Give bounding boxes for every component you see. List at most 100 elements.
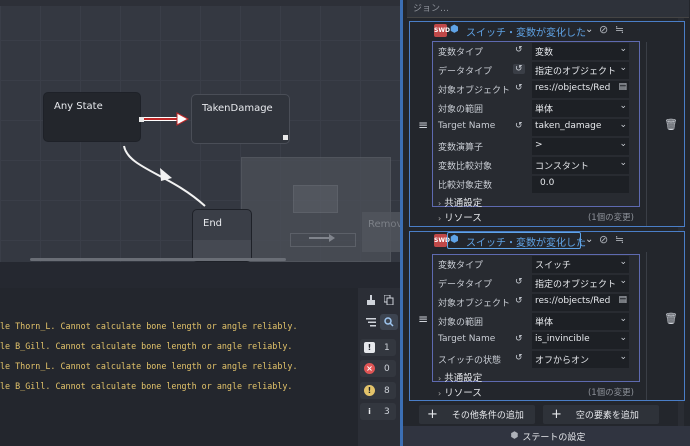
revert-icon[interactable]: ↺ xyxy=(515,353,523,363)
tab-label: ステートの設定 xyxy=(522,432,586,443)
info-count-toggle[interactable]: ⅰ 3 xyxy=(360,403,396,420)
chevron-right-icon: › xyxy=(438,214,442,223)
error-count-toggle[interactable]: × 0 xyxy=(360,360,396,377)
chevron-down-icon[interactable]: ⌄ xyxy=(585,234,593,245)
switch-state-select[interactable]: オフからオン ⌄ xyxy=(532,351,629,368)
prop-label: 対象の範囲 xyxy=(438,318,484,328)
select-value: is_invincible xyxy=(535,334,590,344)
prop-label: データタイプ xyxy=(438,280,493,290)
select-value: 指定のオブジェクト xyxy=(535,280,617,290)
graph-bottom-bar xyxy=(0,262,400,288)
revert-icon[interactable]: ↺ xyxy=(515,83,523,93)
prop-label: データタイプ xyxy=(438,67,493,77)
target-object-path[interactable]: res://objects/Red ▤ xyxy=(532,81,629,98)
animation-state-graph[interactable]: Any State TakenDamage End Remove xyxy=(0,0,400,262)
resources-change-note: (1個の変更) xyxy=(587,388,634,398)
variable-type-select[interactable]: 変数 ⌄ xyxy=(532,43,629,60)
revert-icon[interactable]: ↺ xyxy=(513,64,525,74)
target-name-select[interactable]: is_invincible ⌄ xyxy=(532,332,629,349)
section-label: 共通設定 xyxy=(444,198,483,209)
variable-type-select[interactable]: スイッチ ⌄ xyxy=(532,256,629,273)
button-label: 空の要素を追加 xyxy=(575,411,639,421)
select-value: 単体 xyxy=(535,318,554,328)
chevron-down-icon: ⌄ xyxy=(619,257,627,267)
chevron-down-icon: ⌄ xyxy=(619,314,627,324)
revert-icon[interactable]: ↺ xyxy=(515,45,523,55)
select-value: > xyxy=(535,140,543,150)
common-settings-section[interactable]: › 共通設定 xyxy=(438,370,482,384)
state-node-remove[interactable]: Remove xyxy=(362,212,400,252)
variable-operator-select[interactable]: > ⌄ xyxy=(532,138,629,155)
select-value: 変数 xyxy=(535,48,554,58)
condition-properties: 変数タイプ スイッチ ⌄ データタイプ ↺ 指定のオブジェクト ⌄ 対象オブジェクト… xyxy=(432,254,640,384)
graph-horizontal-scrollbar[interactable] xyxy=(30,258,286,261)
add-empty-element-button[interactable]: + 空の要素を追加 xyxy=(543,405,659,424)
target-name-select[interactable]: taken_damage ⌄ xyxy=(532,119,629,136)
chevron-down-icon: ⌄ xyxy=(619,120,627,130)
section-label: 共通設定 xyxy=(444,373,483,384)
select-value: taken_damage xyxy=(535,121,602,131)
resources-section[interactable]: › リソース xyxy=(438,210,482,224)
prop-label: 変数比較対象 xyxy=(438,162,493,172)
inspector-top-dropdown[interactable]: ジョン… xyxy=(407,0,689,18)
prop-label: 比較対象定数 xyxy=(438,181,493,191)
compare-constant-input[interactable]: 0.0 xyxy=(532,176,629,193)
revert-icon[interactable]: ↺ xyxy=(515,277,523,287)
drag-handle-icon[interactable]: ≡ xyxy=(418,118,428,132)
condition-header: SWD ⬢ スイッチ・変数が変化した ⌄ ⊘ ≒ xyxy=(410,22,684,39)
state-node-title: TakenDamage xyxy=(202,103,273,114)
file-icon[interactable]: ▤ xyxy=(618,295,627,305)
compare-target-select[interactable]: コンスタント ⌄ xyxy=(532,157,629,174)
prop-label: 変数演算子 xyxy=(438,143,484,153)
revert-icon[interactable]: ↺ xyxy=(515,121,523,131)
target-range-select[interactable]: 単体 ⌄ xyxy=(532,313,629,330)
data-type-select[interactable]: 指定のオブジェクト ⌄ xyxy=(532,62,629,79)
add-condition-button[interactable]: + その他条件の追加 xyxy=(419,405,535,424)
prop-row-target-range: 対象の範囲 単体 ⌄ xyxy=(433,99,639,118)
revert-icon[interactable]: ↺ xyxy=(515,296,523,306)
prop-label: Target Name xyxy=(438,121,496,131)
message-count-toggle[interactable]: ! 1 xyxy=(360,339,396,356)
condition-type-select[interactable]: スイッチ・変数が変化した xyxy=(466,24,586,39)
delete-trash-icon[interactable]: 🗑 xyxy=(664,312,678,325)
output-port[interactable] xyxy=(283,135,288,140)
state-node-end[interactable]: End xyxy=(192,209,252,262)
target-object-path[interactable]: res://objects/Red ▤ xyxy=(532,294,629,311)
output-console[interactable]: le Thorn_L. Cannot calculate bone length… xyxy=(0,288,358,446)
switch-variable-condition-icon: SWD xyxy=(434,234,450,247)
data-type-select[interactable]: 指定のオブジェクト ⌄ xyxy=(532,275,629,292)
disable-icon[interactable]: ⊘ xyxy=(599,233,608,246)
copy-output-button[interactable] xyxy=(380,292,398,308)
tune-icon[interactable]: ≒ xyxy=(615,233,624,246)
warning-count-toggle[interactable]: ! 8 xyxy=(360,382,396,399)
state-node-any-state[interactable]: Any State xyxy=(43,92,144,142)
chevron-down-icon[interactable]: ⌄ xyxy=(585,24,593,35)
target-range-select[interactable]: 単体 ⌄ xyxy=(532,100,629,117)
clear-output-button[interactable] xyxy=(362,292,380,308)
revert-icon[interactable]: ↺ xyxy=(515,334,523,344)
prop-label: Target Name xyxy=(438,334,496,344)
cube-icon: ⬢ xyxy=(510,431,519,441)
prop-row-data-type: データタイプ ↺ 指定のオブジェクト ⌄ xyxy=(433,274,639,293)
state-node-title: Remove xyxy=(368,219,400,230)
delete-trash-icon[interactable]: 🗑 xyxy=(664,118,678,131)
common-settings-section[interactable]: › 共通設定 xyxy=(438,195,482,209)
file-icon[interactable]: ▤ xyxy=(618,82,627,92)
drag-handle-icon[interactable]: ≡ xyxy=(418,312,428,326)
state-settings-tab[interactable]: ⬢ ステートの設定 xyxy=(403,426,690,446)
chevron-right-icon: › xyxy=(438,389,442,398)
state-node-taken-damage[interactable]: TakenDamage xyxy=(191,94,290,144)
message-count: 1 xyxy=(384,342,390,353)
filter-button[interactable] xyxy=(362,314,380,330)
condition-properties: 変数タイプ ↺ 変数 ⌄ データタイプ ↺ 指定のオブジェクト ⌄ 対象オブジェクト… xyxy=(432,41,640,209)
disable-icon[interactable]: ⊘ xyxy=(599,23,608,36)
prop-row-compare-target: 変数比較対象 コンスタント ⌄ xyxy=(433,156,639,175)
error-icon: × xyxy=(364,363,375,374)
resources-section[interactable]: › リソース xyxy=(438,385,482,399)
prop-label: 対象の範囲 xyxy=(438,105,484,115)
prop-label: 対象オブジェクト xyxy=(438,299,511,309)
search-button[interactable] xyxy=(380,314,398,330)
switch-variable-condition-icon: SWD xyxy=(434,24,450,37)
output-port[interactable] xyxy=(139,117,144,122)
tune-icon[interactable]: ≒ xyxy=(615,23,624,36)
